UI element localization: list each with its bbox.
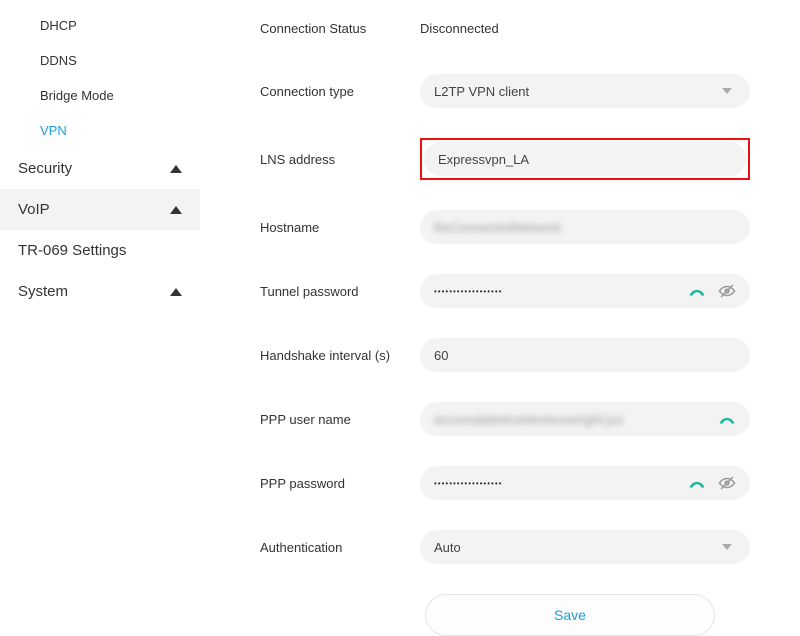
chevron-up-icon	[170, 206, 182, 214]
lns-address-input[interactable]: Expressvpn_LA	[424, 142, 746, 176]
connection-type-select[interactable]: L2TP VPN client	[420, 74, 750, 108]
handshake-interval-label: Handshake interval (s)	[260, 348, 420, 363]
main-panel: Connection Status Disconnected Connectio…	[200, 0, 800, 577]
sidebar-section-label: TR-069 Settings	[18, 242, 126, 259]
tunnel-password-value: ••••••••••••••••••	[434, 287, 688, 296]
connection-status-value: Disconnected	[420, 21, 499, 36]
ppp-password-input[interactable]: ••••••••••••••••••	[420, 466, 750, 500]
handshake-interval-input[interactable]: 60	[420, 338, 750, 372]
authentication-label: Authentication	[260, 540, 420, 555]
vpn-icon	[718, 410, 736, 428]
sidebar-section-tr069[interactable]: TR-069 Settings	[0, 230, 200, 271]
connection-status-label: Connection Status	[260, 21, 420, 36]
chevron-down-icon	[718, 538, 736, 556]
sidebar-section-security[interactable]: Security	[0, 148, 200, 189]
connection-type-value: L2TP VPN client	[434, 84, 718, 99]
sidebar-section-system[interactable]: System	[0, 271, 200, 312]
ppp-password-value: ••••••••••••••••••	[434, 479, 688, 488]
eye-off-icon[interactable]	[718, 282, 736, 300]
ppp-password-label: PPP password	[260, 476, 420, 491]
eye-off-icon[interactable]	[718, 474, 736, 492]
lns-address-value: Expressvpn_LA	[438, 152, 732, 167]
ppp-username-label: PPP user name	[260, 412, 420, 427]
sidebar-item-ddns[interactable]: DDNS	[0, 43, 200, 78]
handshake-interval-value: 60	[434, 348, 736, 363]
authentication-value: Auto	[434, 540, 718, 555]
connection-type-label: Connection type	[260, 84, 420, 99]
hostname-value: ReConnectedNetwork	[434, 220, 736, 235]
ppp-username-value: accumulatedcontentsuseright.jus	[434, 412, 718, 427]
lns-address-label: LNS address	[260, 152, 420, 167]
chevron-up-icon	[170, 165, 182, 173]
sidebar-item-bridge-mode[interactable]: Bridge Mode	[0, 78, 200, 113]
sidebar-section-label: VoIP	[18, 201, 50, 218]
sidebar-section-label: Security	[18, 160, 72, 177]
vpn-icon	[688, 474, 706, 492]
chevron-up-icon	[170, 288, 182, 296]
sidebar-section-label: System	[18, 283, 68, 300]
sidebar-item-vpn[interactable]: VPN	[0, 113, 200, 148]
sidebar: DHCP DDNS Bridge Mode VPN Security VoIP …	[0, 0, 200, 577]
save-button[interactable]: Save	[425, 594, 715, 636]
tunnel-password-input[interactable]: ••••••••••••••••••	[420, 274, 750, 308]
hostname-label: Hostname	[260, 220, 420, 235]
sidebar-item-dhcp[interactable]: DHCP	[0, 8, 200, 43]
tunnel-password-label: Tunnel password	[260, 284, 420, 299]
hostname-input[interactable]: ReConnectedNetwork	[420, 210, 750, 244]
sidebar-section-voip[interactable]: VoIP	[0, 189, 200, 230]
vpn-icon	[688, 282, 706, 300]
ppp-username-input[interactable]: accumulatedcontentsuseright.jus	[420, 402, 750, 436]
chevron-down-icon	[718, 82, 736, 100]
authentication-select[interactable]: Auto	[420, 530, 750, 564]
